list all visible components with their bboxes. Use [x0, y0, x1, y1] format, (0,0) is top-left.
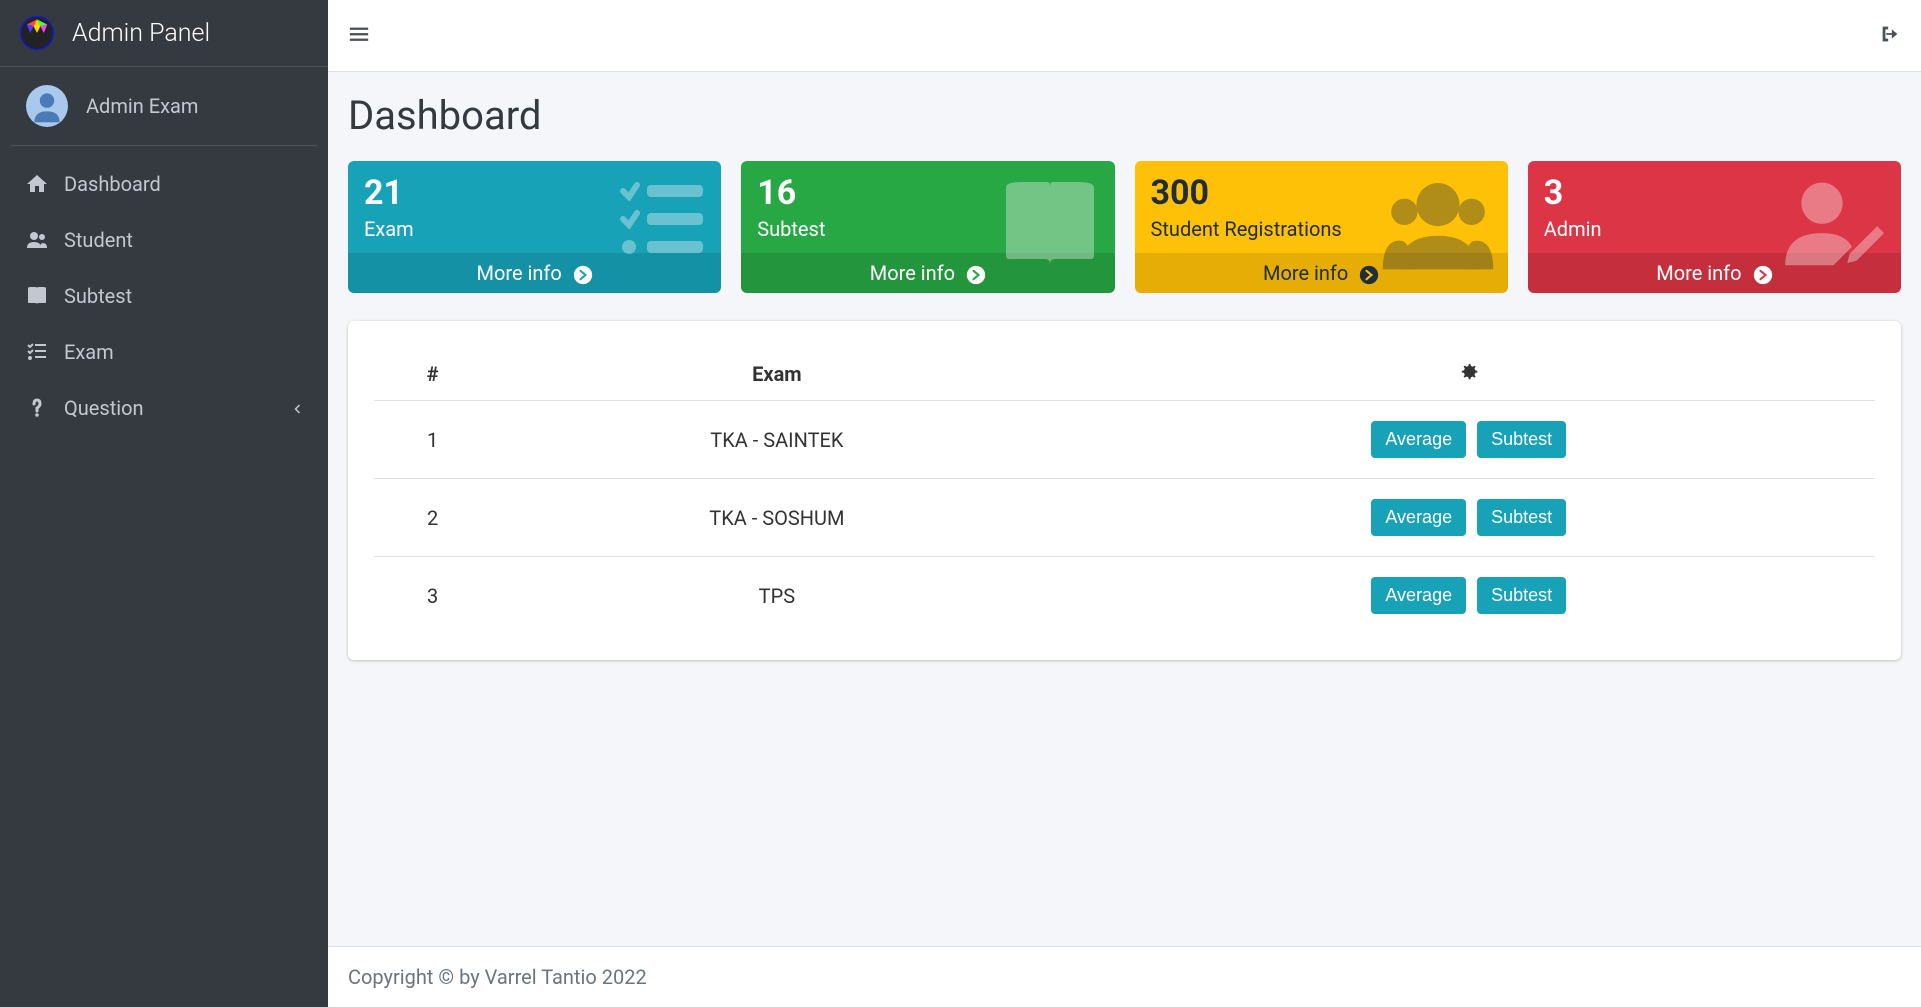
row-actions: Average Subtest	[1062, 401, 1875, 479]
brand[interactable]: Admin Panel	[0, 0, 328, 67]
gear-icon	[1459, 362, 1479, 386]
sidebar-item-subtest[interactable]: Subtest	[10, 268, 318, 324]
content: Dashboard 21 Exam More info	[328, 72, 1921, 946]
footer-label: More info	[476, 261, 561, 285]
sidebar-item-label: Student	[64, 228, 133, 252]
average-button[interactable]: Average	[1371, 577, 1466, 614]
sidebar-item-label: Exam	[64, 340, 114, 364]
open-book-icon	[995, 171, 1105, 285]
row-actions: Average Subtest	[1062, 557, 1875, 635]
stat-cards: 21 Exam More info 16 Subtest	[348, 161, 1901, 293]
home-icon	[24, 171, 50, 197]
footer: Copyright © by Varrel Tantio 2022	[328, 946, 1921, 1007]
page-title: Dashboard	[348, 92, 1901, 139]
table-row: 1 TKA - SAINTEK Average Subtest	[374, 401, 1875, 479]
average-button[interactable]: Average	[1371, 421, 1466, 458]
chevron-left-icon	[292, 396, 304, 420]
hamburger-icon[interactable]	[348, 23, 370, 49]
table-row: 3 TPS Average Subtest	[374, 557, 1875, 635]
row-index: 2	[374, 479, 491, 557]
main: Dashboard 21 Exam More info	[328, 0, 1921, 1007]
brand-logo	[16, 12, 58, 54]
row-index: 3	[374, 557, 491, 635]
footer-label: More info	[870, 261, 955, 285]
row-actions: Average Subtest	[1062, 479, 1875, 557]
stat-card-student: 300 Student Registrations More info	[1135, 161, 1508, 293]
user-panel[interactable]: Admin Exam	[10, 67, 318, 146]
navbar	[328, 0, 1921, 72]
stat-card-subtest: 16 Subtest More info	[741, 161, 1114, 293]
sidebar-item-label: Subtest	[64, 284, 132, 308]
checklist-icon	[611, 171, 711, 275]
subtest-button[interactable]: Subtest	[1477, 421, 1566, 458]
users-icon	[24, 227, 50, 253]
sidebar-item-label: Dashboard	[64, 172, 161, 196]
table-header-exam: Exam	[491, 347, 1062, 401]
logout-icon[interactable]	[1879, 23, 1901, 49]
list-check-icon	[24, 339, 50, 365]
book-icon	[24, 283, 50, 309]
footer-text: Copyright © by Varrel Tantio 2022	[348, 965, 647, 989]
users-group-icon	[1378, 171, 1498, 293]
user-edit-icon	[1776, 171, 1891, 290]
sidebar-item-question[interactable]: Question	[10, 380, 318, 436]
sidebar-item-student[interactable]: Student	[10, 212, 318, 268]
user-name-label: Admin Exam	[86, 94, 198, 118]
sidebar-item-exam[interactable]: Exam	[10, 324, 318, 380]
brand-title: Admin Panel	[72, 19, 210, 48]
exam-table-card: # Exam 1 TKA - SAINTEK	[348, 321, 1901, 660]
sidebar: Admin Panel Admin Exam Dashboard Student	[0, 0, 328, 1007]
subtest-button[interactable]: Subtest	[1477, 577, 1566, 614]
row-name: TPS	[491, 557, 1062, 635]
row-name: TKA - SOSHUM	[491, 479, 1062, 557]
table-row: 2 TKA - SOSHUM Average Subtest	[374, 479, 1875, 557]
row-name: TKA - SAINTEK	[491, 401, 1062, 479]
stat-card-exam: 21 Exam More info	[348, 161, 721, 293]
exam-table: # Exam 1 TKA - SAINTEK	[374, 347, 1875, 634]
subtest-button[interactable]: Subtest	[1477, 499, 1566, 536]
stat-card-admin: 3 Admin More info	[1528, 161, 1901, 293]
footer-label: More info	[1263, 261, 1348, 285]
average-button[interactable]: Average	[1371, 499, 1466, 536]
row-index: 1	[374, 401, 491, 479]
avatar	[26, 85, 68, 127]
sidebar-item-dashboard[interactable]: Dashboard	[10, 156, 318, 212]
sidebar-item-label: Question	[64, 396, 144, 420]
table-header-index: #	[374, 347, 491, 401]
question-icon	[24, 395, 50, 421]
table-header-actions	[1062, 347, 1875, 401]
footer-label: More info	[1656, 261, 1741, 285]
nav-menu: Dashboard Student Subtest Exam	[0, 146, 328, 446]
